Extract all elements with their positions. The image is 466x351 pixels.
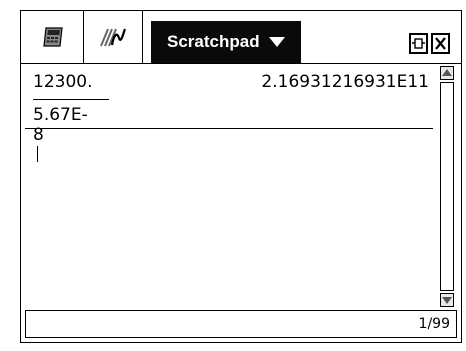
history-result[interactable]: 2.16931216931E11 (261, 72, 429, 92)
app-window: Scratchpad 12300. 5.67E-8 2.16931216931E (20, 10, 462, 343)
calculator-icon (43, 27, 63, 47)
tab-graphs[interactable] (84, 11, 143, 63)
fraction-bar (33, 99, 109, 100)
tab-scratchpad-label: Scratchpad (167, 32, 260, 51)
entry-line-cursor[interactable] (37, 146, 38, 162)
history-scrollbar[interactable] (440, 64, 454, 309)
status-bar: 1/99 (25, 310, 457, 338)
top-bar: Scratchpad (21, 11, 461, 64)
tab-calculator[interactable] (25, 11, 84, 63)
tab-scratchpad[interactable]: Scratchpad (151, 21, 301, 63)
scroll-up-button[interactable] (440, 66, 454, 80)
scroll-down-button[interactable] (440, 293, 454, 307)
scroll-down-icon (442, 297, 452, 304)
document-status-icon[interactable] (409, 33, 428, 54)
scroll-track[interactable] (440, 82, 454, 291)
history-count: 1/99 (418, 316, 450, 332)
history-divider (25, 128, 433, 129)
close-icon[interactable] (431, 33, 450, 54)
scroll-up-icon (442, 69, 452, 76)
document-status-glyph (412, 38, 425, 49)
graphs-icon (100, 28, 127, 47)
fraction-denominator: 5.67E-8 (33, 105, 88, 145)
fraction-numerator: 12300. (33, 72, 93, 92)
document-controls (409, 33, 453, 55)
close-glyph (435, 37, 446, 50)
chevron-down-icon[interactable] (268, 37, 285, 47)
calculator-history[interactable]: 12300. 5.67E-8 2.16931216931E11 (21, 64, 437, 309)
